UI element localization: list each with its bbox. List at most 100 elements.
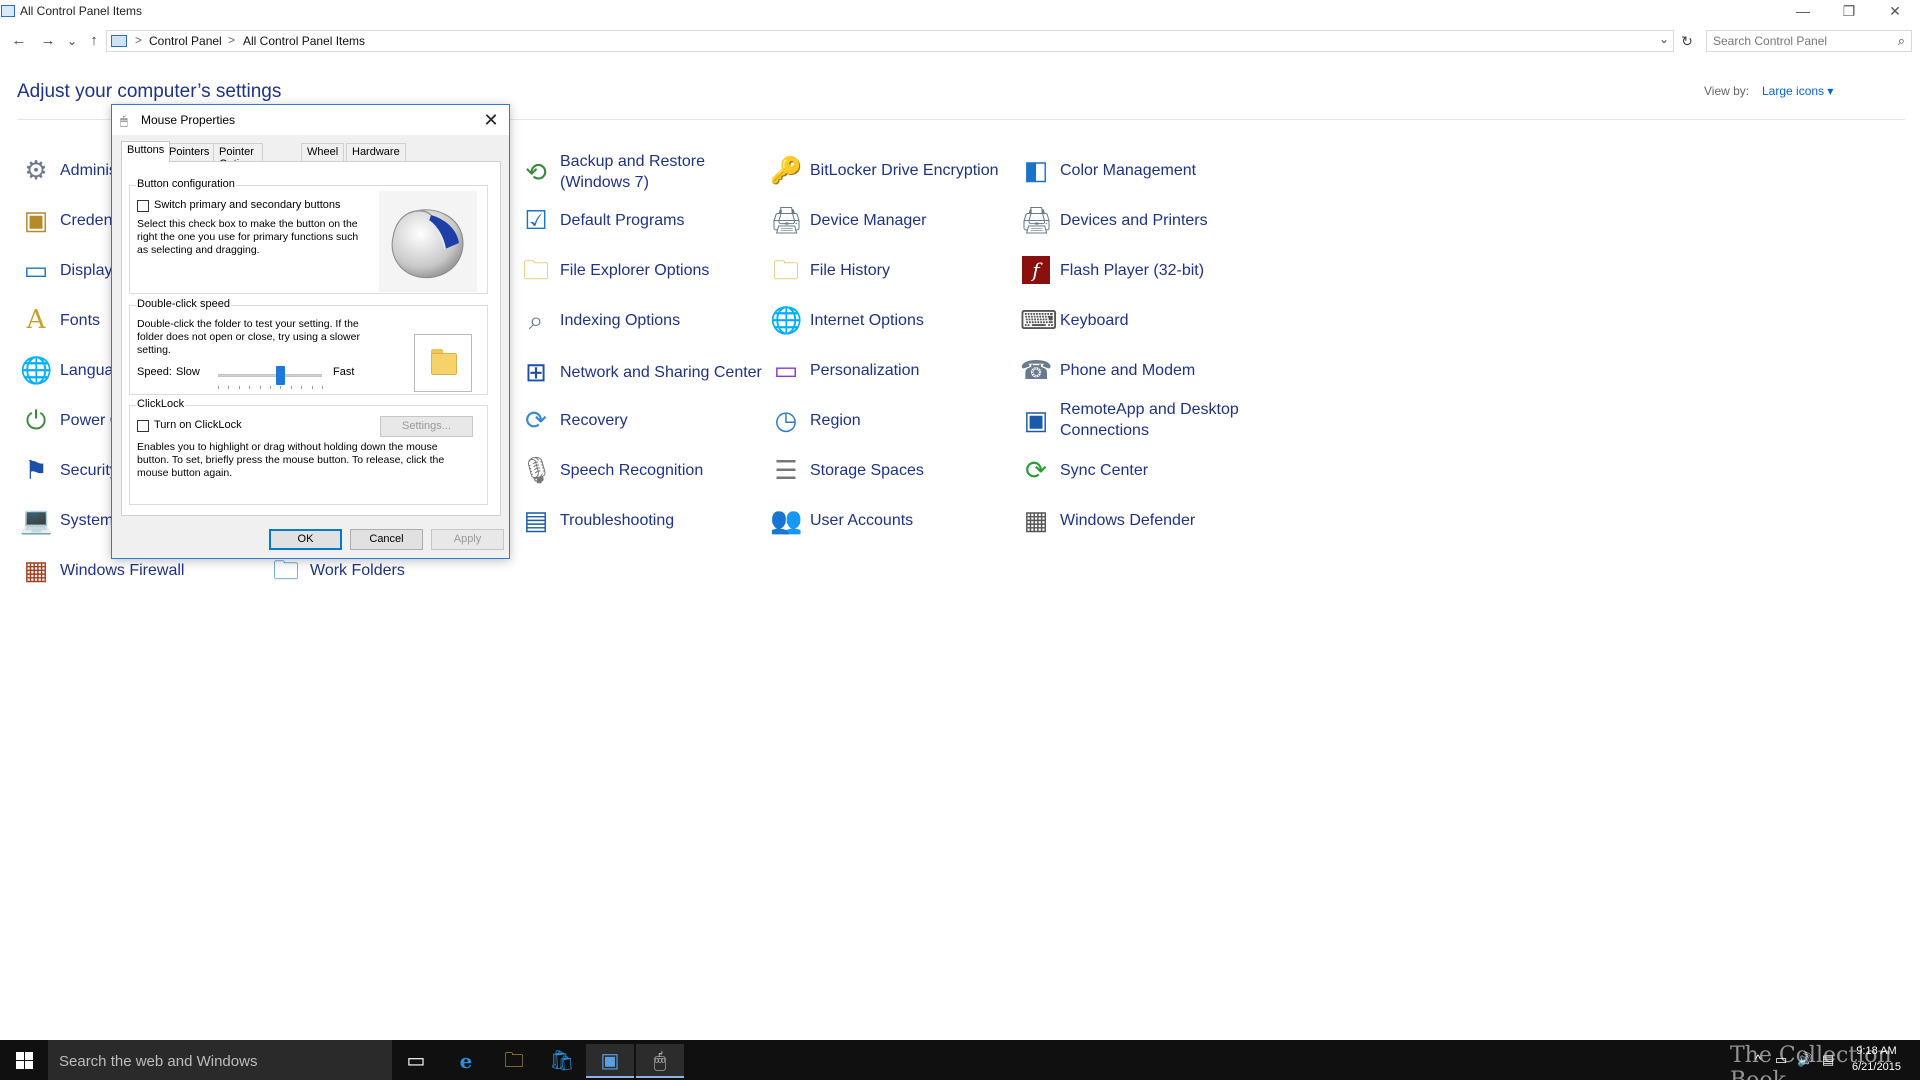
cp-item-windows-defender[interactable]: ▦ Windows Defender	[1020, 498, 1268, 542]
mouse-properties-dialog: 🖱 Mouse Properties ✕ Buttons Pointers Po…	[111, 104, 510, 559]
clicklock-settings-button[interactable]: Settings...	[380, 416, 473, 437]
restore-button[interactable]: ❐	[1826, 0, 1872, 22]
cp-item-label: Indexing Options	[560, 311, 681, 329]
clicklock-label[interactable]: Turn on ClickLock	[154, 419, 242, 431]
file-explorer-icon[interactable]: 🗀	[490, 1044, 538, 1078]
cp-item-bitlocker[interactable]: 🔑 BitLocker Drive Encryption	[770, 148, 1018, 192]
cp-item-color-management[interactable]: ◧ Color Management	[1020, 148, 1268, 192]
cp-item-sync-center[interactable]: ⟳ Sync Center	[1020, 448, 1268, 492]
power-options-icon: ⏻	[25, 405, 47, 435]
up-button[interactable]: ↑	[83, 30, 105, 52]
chevron-down-icon[interactable]: ⌄	[1659, 32, 1669, 46]
ok-button[interactable]: OK	[269, 529, 342, 550]
test-folder-area[interactable]	[414, 334, 472, 392]
tab-wheel[interactable]: Wheel	[301, 143, 345, 161]
cp-item-backup-restore[interactable]: ⟲ Backup and Restore (Windows 7)	[520, 150, 768, 194]
group-title: Double-click speed	[136, 298, 231, 310]
breadcrumb-control-panel[interactable]: Control Panel	[149, 34, 222, 48]
cp-item-label: File Explorer Options	[560, 261, 710, 279]
view-by-dropdown[interactable]: Large icons ▾	[1762, 84, 1833, 98]
taskbar-search-text[interactable]: Search the web and Windows	[59, 1053, 257, 1070]
breadcrumb-all-items[interactable]: All Control Panel Items	[243, 34, 365, 48]
cp-item-user-accounts[interactable]: 👥 User Accounts	[770, 498, 1018, 542]
tab-hardware[interactable]: Hardware	[346, 143, 406, 161]
mouse-illustration	[379, 191, 477, 292]
group-title: Button configuration	[136, 178, 236, 190]
taskbar-clock[interactable]: 9:18 AM 6/21/2015	[1852, 1043, 1901, 1075]
taskbar-search-box[interactable]: Search the web and Windows	[48, 1040, 392, 1080]
cp-item-indexing-options[interactable]: ⌕ Indexing Options	[520, 298, 768, 342]
cp-item-remoteapp[interactable]: ▣ RemoteApp and Desktop Connections	[1020, 398, 1268, 442]
system-icon: 💻	[20, 505, 53, 535]
slider-tick	[270, 386, 271, 389]
cp-item-label: Recovery	[560, 411, 628, 429]
cp-item-troubleshooting[interactable]: ▤ Troubleshooting	[520, 498, 768, 542]
button-config-description-line: Select this check box to make the button…	[137, 218, 358, 230]
cp-item-flash-player[interactable]: f Flash Player (32-bit)	[1020, 248, 1268, 292]
mouse-properties-icon[interactable]: 🖱	[636, 1044, 684, 1078]
slow-label: Slow	[176, 366, 200, 378]
double-click-description-line: folder does not open or close, try using…	[137, 331, 360, 343]
cp-item-label: Windows Defender	[1060, 511, 1196, 529]
edge-icon[interactable]: e	[442, 1044, 490, 1078]
forward-button[interactable]: →	[37, 30, 59, 52]
search-icon[interactable]: ⌕	[1898, 33, 1905, 49]
control-panel-icon[interactable]: ▣	[586, 1044, 634, 1078]
mouse-icon: 🖱	[120, 113, 128, 128]
cp-item-devices-printers[interactable]: 🖨 Devices and Printers	[1020, 198, 1268, 242]
cp-item-network-sharing[interactable]: ⊞ Network and Sharing Center	[520, 350, 768, 394]
double-click-speed-slider-thumb[interactable]	[276, 366, 286, 385]
cp-item-label: Backup and Restore (Windows 7)	[560, 153, 705, 191]
double-click-description-line: Double-click the folder to test your set…	[137, 318, 359, 330]
phone-modem-icon: ☎	[1020, 355, 1053, 385]
cp-item-label: Phone and Modem	[1060, 361, 1196, 379]
cp-item-personalization[interactable]: ▭ Personalization	[770, 348, 1018, 392]
printer-icon: 🖨	[1020, 205, 1054, 235]
apply-button[interactable]: Apply	[431, 529, 504, 550]
start-button[interactable]	[0, 1040, 48, 1080]
page-title: Adjust your computer’s settings	[17, 81, 282, 102]
switch-buttons-checkbox[interactable]	[137, 200, 149, 212]
clicklock-checkbox[interactable]	[137, 420, 149, 432]
switch-buttons-label[interactable]: Switch primary and secondary buttons	[154, 199, 340, 211]
task-view-icon[interactable]: ▭	[392, 1044, 440, 1078]
clock-date: 6/21/2015	[1852, 1061, 1901, 1073]
tab-pointer-options[interactable]: Pointer Options	[213, 143, 263, 170]
cp-item-device-manager[interactable]: 🖨 Device Manager	[770, 198, 1018, 242]
refresh-button[interactable]: ↻	[1676, 30, 1698, 52]
backup-icon: ⟲	[525, 157, 547, 187]
button-config-description-line: as selecting and dragging.	[137, 244, 260, 256]
back-button[interactable]: ←	[8, 30, 30, 52]
keyboard-icon: ⌨	[1020, 305, 1058, 335]
dialog-title-bar: 🖱 Mouse Properties ✕	[112, 105, 509, 135]
button-configuration-group: Button configuration Switch primary and …	[129, 178, 488, 294]
search-input[interactable]	[1707, 31, 1883, 51]
clicklock-description-line: Enables you to highlight or drag without…	[137, 441, 438, 453]
search-box[interactable]: ⌕	[1706, 30, 1912, 52]
cp-item-phone-modem[interactable]: ☎ Phone and Modem	[1020, 348, 1268, 392]
store-icon[interactable]: 🛍	[538, 1044, 586, 1078]
troubleshooting-icon: ▤	[523, 505, 549, 535]
cancel-button[interactable]: Cancel	[350, 529, 423, 550]
recent-locations-button[interactable]: ⌄	[61, 30, 83, 52]
cp-item-speech-recognition[interactable]: 🎙 Speech Recognition	[520, 448, 768, 492]
cp-item-file-explorer-options[interactable]: 🗀 File Explorer Options	[520, 248, 768, 292]
clock-time: 9:18 AM	[1856, 1045, 1897, 1057]
address-bar[interactable]: > Control Panel > All Control Panel Item…	[106, 30, 1674, 52]
double-click-speed-slider-track[interactable]	[218, 374, 322, 377]
cp-item-internet-options[interactable]: 🌐 Internet Options	[770, 298, 1018, 342]
slider-tick	[322, 386, 323, 389]
cp-item-region[interactable]: ◷ Region	[770, 398, 1018, 442]
close-window-button[interactable]: ✕	[1872, 0, 1918, 22]
cp-item-file-history[interactable]: 🗀 File History	[770, 248, 1018, 292]
cp-item-recovery[interactable]: ⟳ Recovery	[520, 398, 768, 442]
tab-pointers[interactable]: Pointers	[163, 143, 216, 161]
cp-item-default-programs[interactable]: ☑ Default Programs	[520, 198, 768, 242]
tab-buttons[interactable]: Buttons	[121, 141, 171, 162]
cp-item-storage-spaces[interactable]: ☰ Storage Spaces	[770, 448, 1018, 492]
cp-item-keyboard[interactable]: ⌨ Keyboard	[1020, 298, 1268, 342]
dialog-close-button[interactable]: ✕	[479, 108, 503, 132]
minimize-button[interactable]: —	[1780, 0, 1826, 22]
folder-icon[interactable]	[431, 353, 457, 375]
view-by-label: View by:	[1704, 84, 1750, 98]
